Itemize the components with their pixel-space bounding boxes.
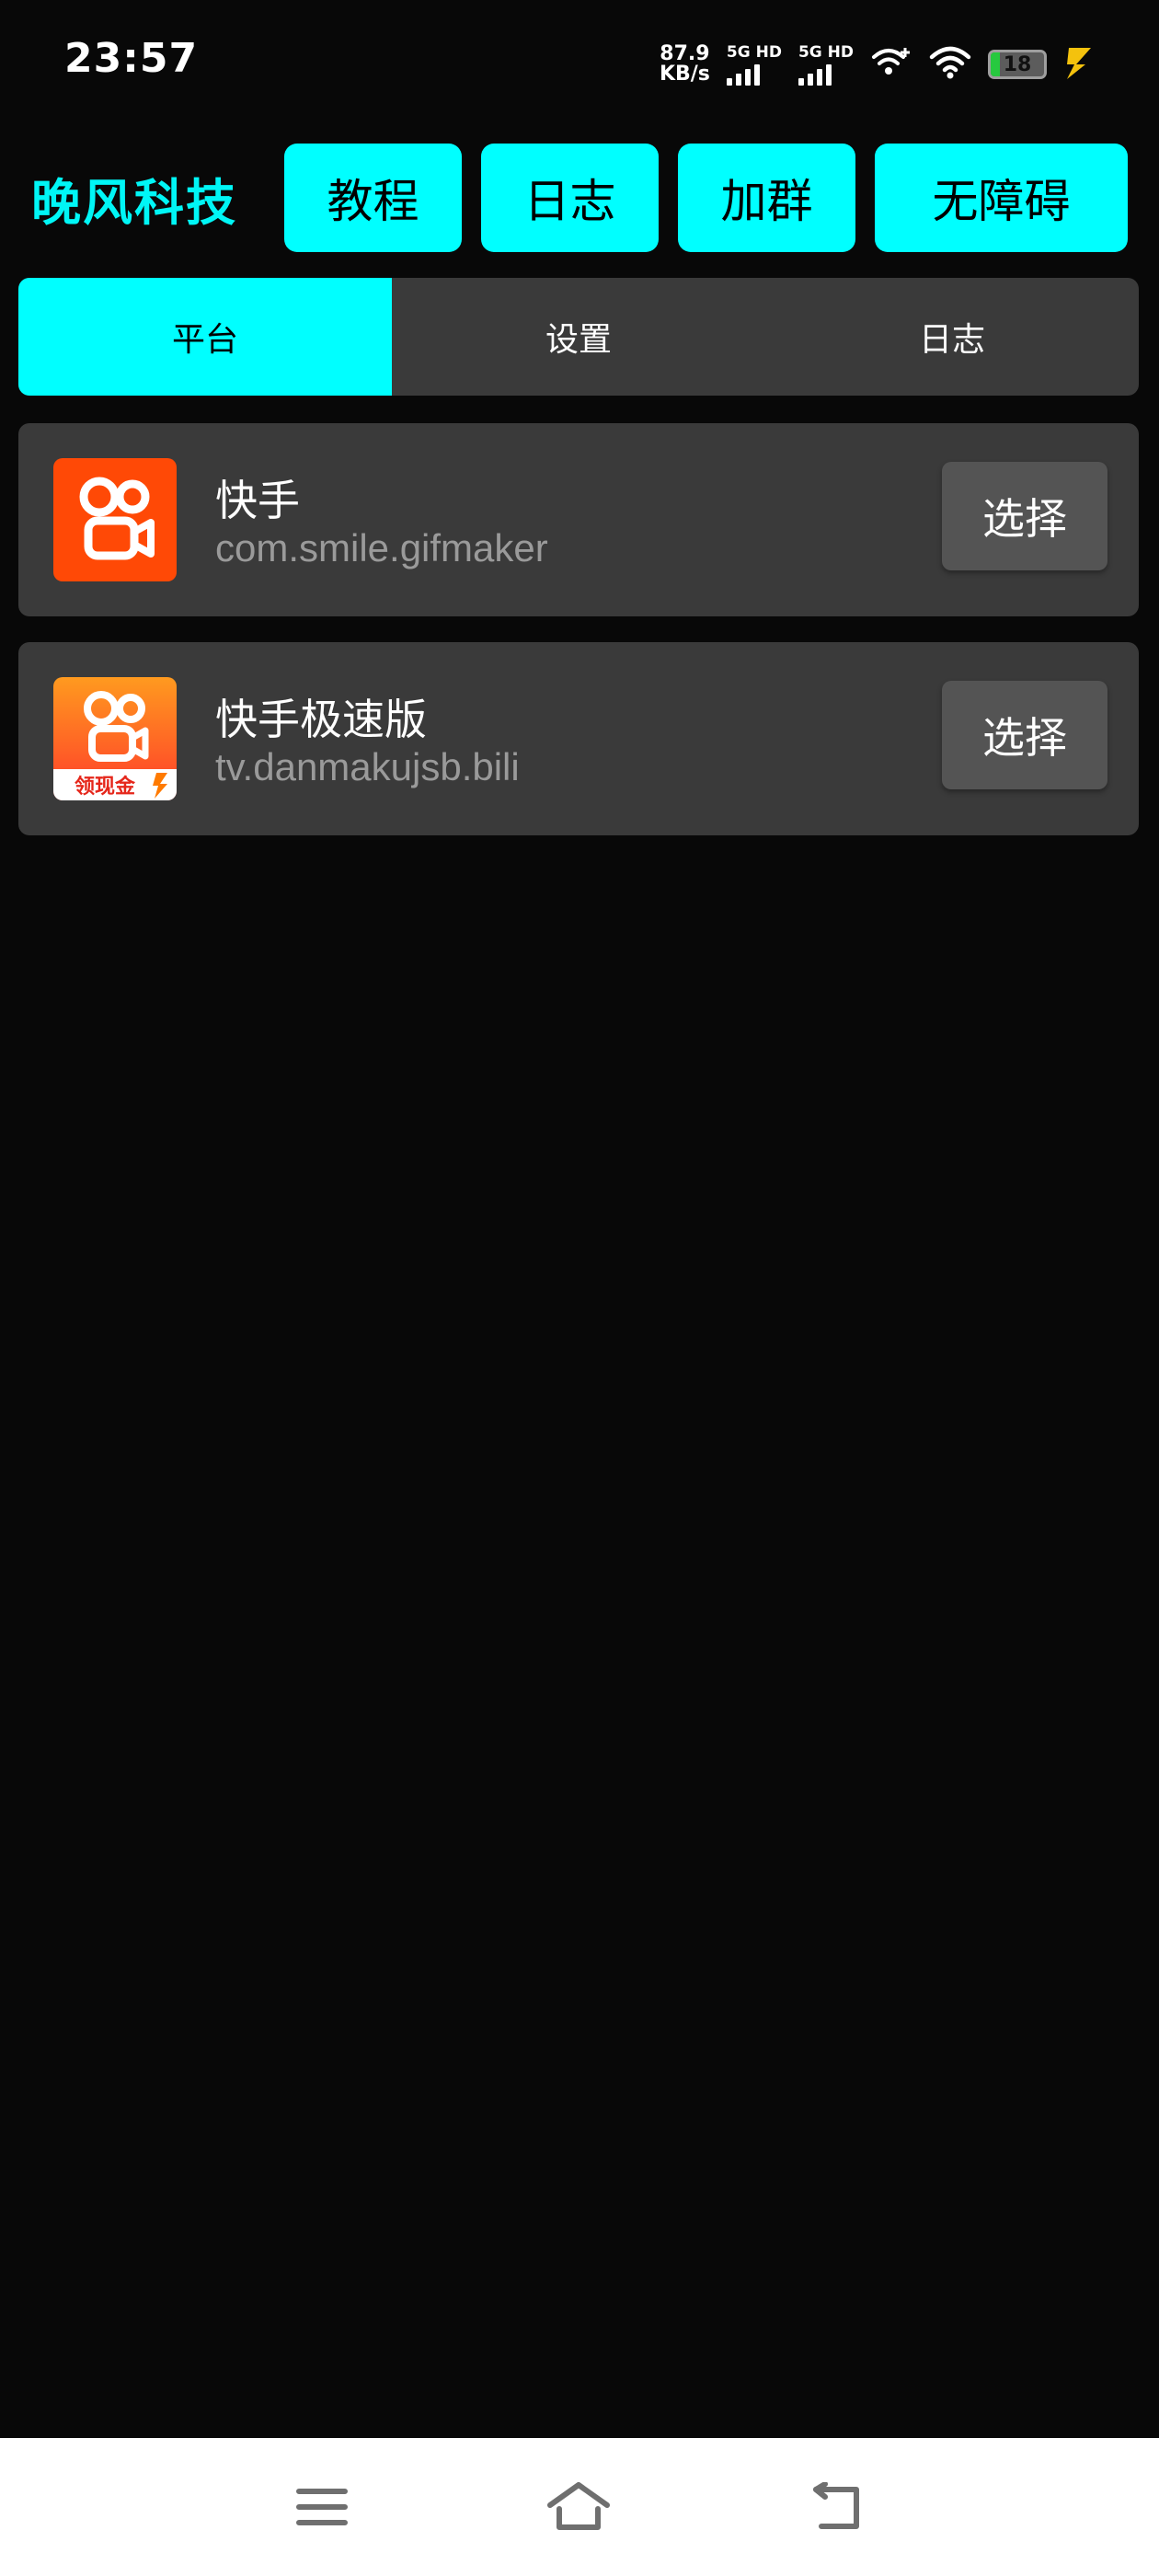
log-button[interactable]: 日志 [481, 144, 659, 252]
wifi-icon [929, 44, 971, 85]
screen: 23:57 87.9 KB/s 5G HD 5G HD 18 晚风科技 教程 日… [0, 0, 1159, 2576]
app-title: 晚风科技 [31, 174, 237, 232]
app-icon-badge: 领现金 [75, 775, 136, 799]
back-icon[interactable] [806, 2475, 870, 2539]
app-name: 快手极速版 [215, 695, 427, 744]
network-speed-value: 87.9 [660, 42, 710, 65]
sim2-signal-icon [798, 63, 832, 86]
battery-icon: 18 [988, 50, 1047, 79]
tab-platform[interactable]: 平台 [18, 278, 392, 396]
list-item: 快手 com.smile.gifmaker 选择 [18, 423, 1139, 616]
sim2-signal-label: 5G HD [798, 42, 854, 62]
header: 晚风科技 教程 日志 加群 无障碍 [0, 144, 1159, 252]
kuaishou-lite-icon: 领现金 [53, 677, 177, 800]
navigation-bar [0, 2438, 1159, 2576]
status-bar: 23:57 87.9 KB/s 5G HD 5G HD 18 [0, 0, 1159, 123]
accessibility-button[interactable]: 无障碍 [875, 144, 1128, 252]
sim1-signal: 5G HD [726, 42, 782, 86]
status-time: 23:57 [64, 35, 199, 82]
select-button[interactable]: 选择 [942, 462, 1107, 570]
wifi-plus-icon [870, 44, 912, 85]
tab-bar: 平台 设置 日志 [18, 278, 1139, 396]
select-button[interactable]: 选择 [942, 681, 1107, 789]
battery-level: 18 [1003, 52, 1032, 76]
kuaishou-icon [53, 458, 177, 581]
sim2-signal: 5G HD [798, 42, 854, 86]
menu-icon[interactable] [290, 2475, 354, 2539]
home-icon[interactable] [546, 2475, 611, 2539]
app-name: 快手 [215, 476, 300, 525]
app-package: tv.danmakujsb.bili [215, 745, 520, 788]
join-group-button[interactable]: 加群 [678, 144, 855, 252]
network-speed: 87.9 KB/s [660, 44, 710, 85]
charging-bolt-icon [1063, 44, 1095, 85]
app-package: com.smile.gifmaker [215, 526, 548, 569]
sim1-signal-icon [726, 63, 760, 86]
network-speed-unit: KB/s [659, 63, 710, 86]
tab-log[interactable]: 日志 [765, 278, 1139, 396]
tutorial-button[interactable]: 教程 [284, 144, 462, 252]
sim1-signal-label: 5G HD [726, 42, 782, 62]
list-item: 领现金 快手极速版 tv.danmakujsb.bili 选择 [18, 642, 1139, 835]
status-icons: 87.9 KB/s 5G HD 5G HD 18 [660, 37, 1095, 92]
tab-settings[interactable]: 设置 [392, 278, 765, 396]
